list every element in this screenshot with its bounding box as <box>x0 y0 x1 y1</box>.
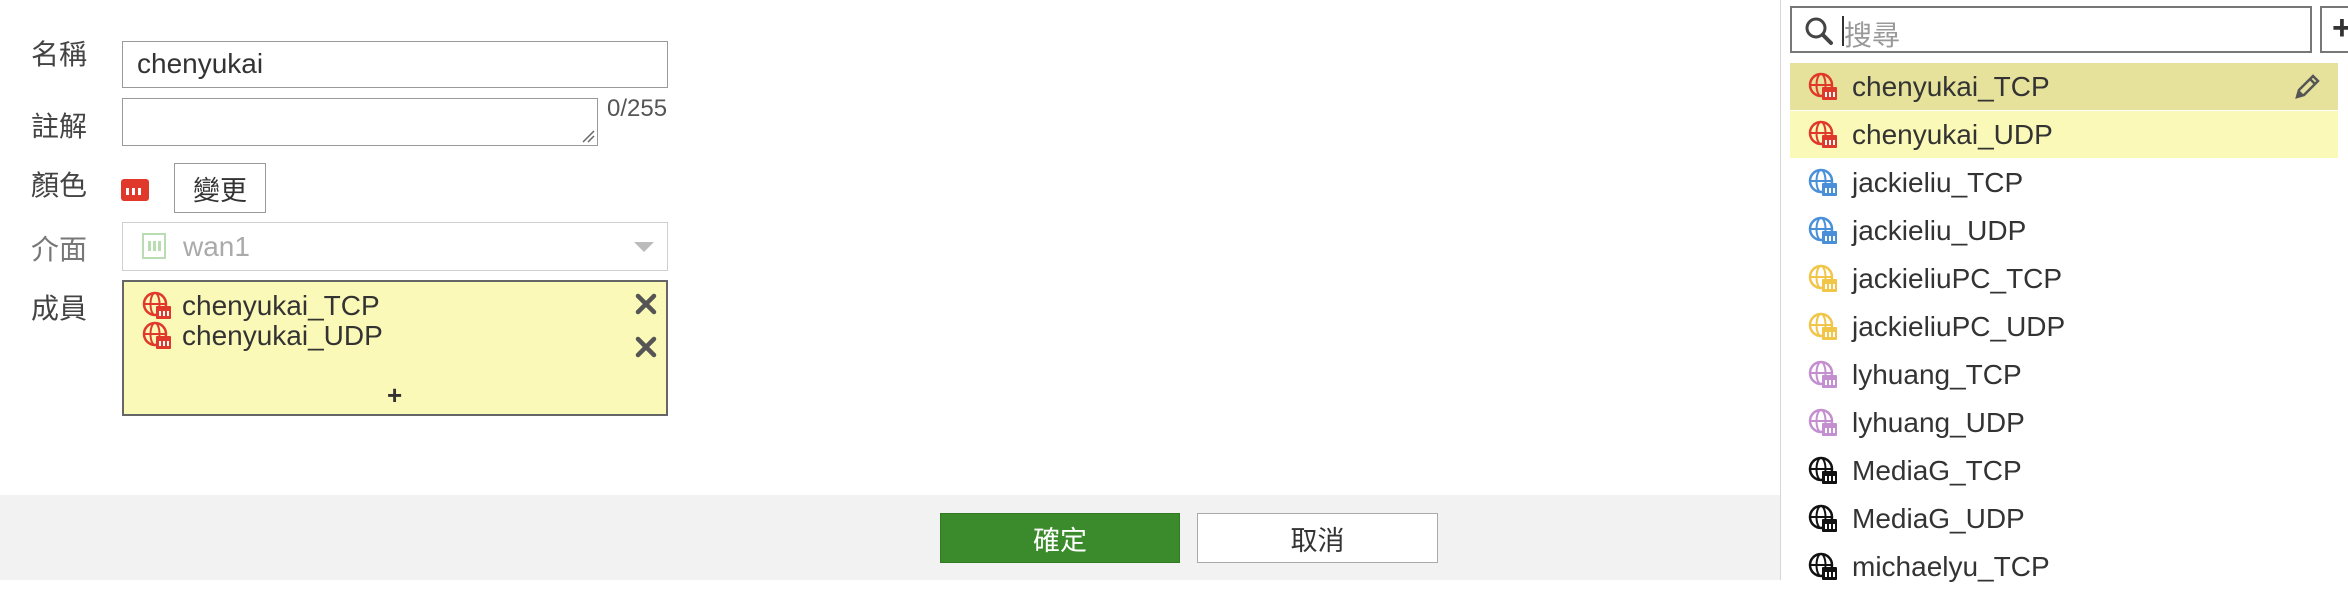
change-color-button[interactable]: 變更 <box>174 163 266 213</box>
address-list-item[interactable]: MediaG_UDP <box>1790 495 2338 542</box>
address-icon <box>142 321 171 349</box>
address-list-item[interactable]: chenyukai_UDP <box>1790 111 2338 158</box>
address-list-item[interactable]: michaelyu_TCP <box>1790 543 2338 590</box>
address-group-form: 名稱 chenyukai 註解 0/255 顏色 變更 介面 wan1 成員 c… <box>0 0 1780 495</box>
address-icon <box>1808 264 1837 292</box>
color-label: 顏色 <box>31 170 88 201</box>
address-color-swatch-icon <box>121 179 149 201</box>
address-list-item-label: MediaG_UDP <box>1852 502 2025 534</box>
interface-select: wan1 <box>122 222 668 271</box>
comment-counter: 0/255 <box>607 95 668 122</box>
address-list-item[interactable]: jackieliu_UDP <box>1790 207 2338 254</box>
address-list-item-label: jackieliu_UDP <box>1852 214 2027 246</box>
address-list-item-label: michaelyu_TCP <box>1852 550 2050 582</box>
ok-button[interactable]: 確定 <box>940 513 1180 563</box>
address-list-item-label: jackieliuPC_UDP <box>1852 310 2066 342</box>
add-member-button[interactable]: + <box>387 380 402 411</box>
search-input[interactable]: 搜尋 <box>1790 6 2312 53</box>
address-icon <box>1808 552 1837 580</box>
resize-handle-icon[interactable] <box>581 129 595 143</box>
address-icon <box>1808 312 1837 340</box>
address-list-item-label: lyhuang_TCP <box>1852 358 2022 390</box>
address-list-item-label: MediaG_TCP <box>1852 454 2022 486</box>
address-icon <box>1808 168 1837 196</box>
address-list-item[interactable]: jackieliu_TCP <box>1790 159 2338 206</box>
address-list-item[interactable]: MediaG_TCP <box>1790 447 2338 494</box>
member-item: chenyukai_UDP <box>142 316 383 356</box>
member-label: chenyukai_UDP <box>182 320 383 351</box>
address-icon <box>1808 216 1837 244</box>
name-field[interactable]: chenyukai <box>122 41 668 88</box>
address-icon <box>1808 456 1837 484</box>
remove-member-icon[interactable] <box>634 335 658 359</box>
members-label: 成員 <box>31 293 88 324</box>
remove-member-icon[interactable] <box>634 292 658 316</box>
address-list-item-label: jackieliuPC_TCP <box>1852 262 2063 294</box>
edit-pencil-icon[interactable] <box>2292 72 2322 102</box>
address-list-item-label: chenyukai_TCP <box>1852 70 2050 102</box>
ethernet-port-icon <box>142 233 166 259</box>
address-icon <box>1808 408 1837 436</box>
address-icon <box>1808 360 1837 388</box>
address-list-item[interactable]: chenyukai_TCP <box>1790 63 2338 110</box>
create-new-button[interactable]: + <box>2320 6 2348 53</box>
search-icon <box>1805 17 1833 45</box>
interface-value: wan1 <box>183 231 250 262</box>
address-list-item[interactable]: lyhuang_UDP <box>1790 399 2338 446</box>
comment-field[interactable] <box>122 98 598 146</box>
address-list-item-label: lyhuang_UDP <box>1852 406 2025 438</box>
search-placeholder: 搜尋 <box>1844 20 1901 51</box>
address-list-item-label: chenyukai_UDP <box>1852 118 2053 150</box>
cancel-button[interactable]: 取消 <box>1197 513 1438 563</box>
name-label: 名稱 <box>31 39 88 70</box>
address-list-item[interactable]: jackieliuPC_TCP <box>1790 255 2338 302</box>
address-list-item[interactable]: lyhuang_TCP <box>1790 351 2338 398</box>
address-list-item-label: jackieliu_TCP <box>1852 166 2024 198</box>
address-list-item[interactable]: jackieliuPC_UDP <box>1790 303 2338 350</box>
comment-label: 註解 <box>31 111 88 142</box>
dialog-footer <box>0 495 1780 580</box>
address-icon <box>1808 120 1837 148</box>
members-list[interactable]: chenyukai_TCP chenyukai_UDP + <box>122 280 668 416</box>
interface-label: 介面 <box>31 234 88 265</box>
chevron-down-icon <box>634 242 654 252</box>
address-icon <box>1808 72 1837 100</box>
address-icon <box>1808 504 1837 532</box>
